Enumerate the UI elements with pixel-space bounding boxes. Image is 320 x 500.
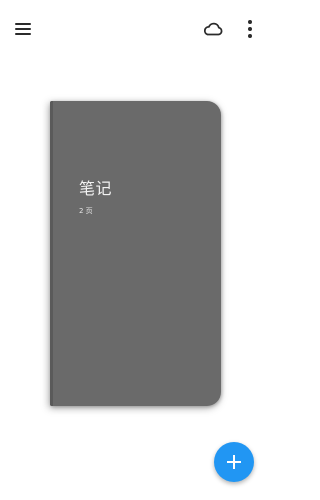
notebook-title: 笔记 — [79, 179, 113, 198]
top-app-bar — [0, 0, 277, 58]
notebook-page-count: 2 页 — [79, 207, 93, 215]
notebook-spine — [50, 101, 53, 406]
more-vertical-icon[interactable] — [240, 17, 260, 41]
notebook-card[interactable]: 笔记 2 页 — [50, 101, 221, 406]
cloud-icon[interactable] — [202, 19, 224, 39]
add-notebook-button[interactable] — [214, 442, 254, 482]
notebooks-screen: 笔记 2 页 — [0, 0, 277, 500]
hamburger-menu-icon[interactable] — [14, 20, 34, 38]
